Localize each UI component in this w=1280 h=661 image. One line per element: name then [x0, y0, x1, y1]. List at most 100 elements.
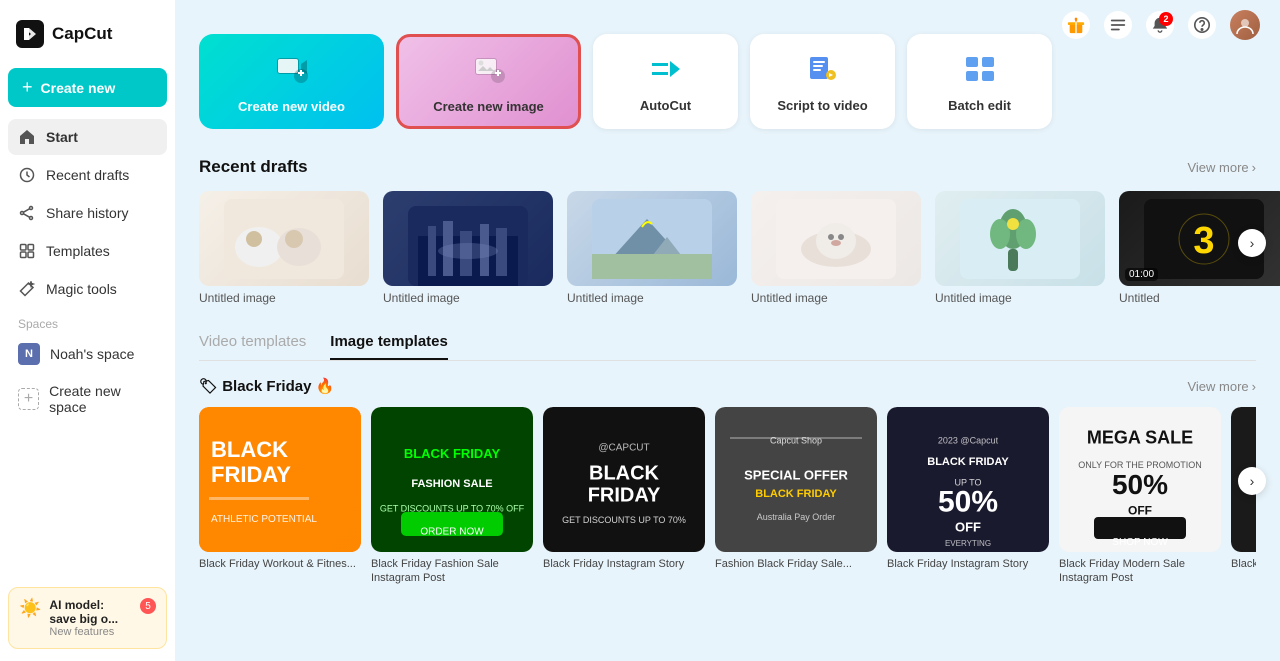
templates-scroll-right[interactable]: › [1238, 467, 1266, 495]
tab-video-templates[interactable]: Video templates [199, 333, 306, 360]
svg-text:SHOP NOW: SHOP NOW [1112, 537, 1168, 548]
template-label: Black Friday Fashion Sale Instagram Post [371, 557, 533, 586]
spaces-label: Spaces [8, 309, 167, 335]
svg-text:FRIDAY: FRIDAY [211, 462, 291, 487]
templates-view-more[interactable]: View more › [1187, 379, 1256, 394]
ai-banner-badge: 5 [140, 598, 156, 614]
draft-thumbnail [383, 191, 553, 286]
svg-text:EVERYTING: EVERYTING [945, 539, 991, 548]
create-image-icon [470, 50, 508, 91]
svg-text:ATHLETIC POTENTIAL: ATHLETIC POTENTIAL [211, 514, 317, 525]
template-tabs: Video templates Image templates [199, 333, 1256, 361]
clock-icon [18, 166, 36, 184]
template-card[interactable]: BLACK FRIDAY FASHION SALE GET DISCOUNTS … [371, 407, 533, 586]
share-icon [18, 204, 36, 222]
drafts-scroll-right[interactable]: › [1238, 229, 1266, 257]
sidebar-item-templates[interactable]: Templates [8, 233, 167, 269]
svg-text:FRIDAY: FRIDAY [588, 484, 661, 506]
create-space-icon: + [18, 388, 39, 410]
template-card[interactable]: 2023 @Capcut BLACK FRIDAY UP TO 50% OFF … [887, 407, 1049, 586]
ai-banner-title: AI model: save big o... [49, 598, 132, 626]
create-new-image-card[interactable]: Create new image [396, 34, 581, 129]
template-label: Black Friday Instagram Post [1231, 557, 1256, 571]
svg-text:Capcut Shop: Capcut Shop [770, 435, 822, 445]
main-content: 2 Create new video [175, 0, 1280, 661]
sidebar-item-noahs-space[interactable]: N Noah's space [8, 335, 167, 373]
help-icon-button[interactable] [1188, 11, 1216, 39]
script-to-video-card[interactable]: Script to video [750, 34, 895, 129]
template-label: Black Friday Instagram Story [887, 557, 1049, 571]
space-avatar: N [18, 343, 40, 365]
draft-thumbnail [199, 191, 369, 286]
recent-drafts-title: Recent drafts [199, 157, 308, 177]
draft-card[interactable]: Untitled image [567, 191, 737, 305]
template-card[interactable]: The Brew Coffee Black Friday 30% CASHBAC… [1231, 407, 1256, 586]
ai-banner[interactable]: ☀️ AI model: save big o... New features … [8, 587, 167, 649]
batch-edit-card[interactable]: Batch edit [907, 34, 1052, 129]
capcut-logo-icon [16, 20, 44, 48]
template-card[interactable]: BLACK FRIDAY ATHLETIC POTENTIAL Black Fr… [199, 407, 361, 586]
menu-icon-button[interactable] [1104, 11, 1132, 39]
topbar: 2 [1062, 0, 1280, 50]
tab-image-templates[interactable]: Image templates [330, 333, 448, 360]
ai-banner-subtitle: New features [49, 626, 132, 638]
sidebar-item-share-history[interactable]: Share history [8, 195, 167, 231]
autocut-icon [648, 51, 684, 90]
svg-text:SPECIAL OFFER: SPECIAL OFFER [744, 468, 848, 483]
draft-card[interactable]: Untitled image [751, 191, 921, 305]
create-new-button[interactable]: + Create new [8, 68, 167, 107]
create-new-video-card[interactable]: Create new video [199, 34, 384, 129]
draft-label: Untitled image [567, 291, 737, 305]
draft-card[interactable]: Untitled image [935, 191, 1105, 305]
recent-drafts-view-more[interactable]: View more › [1187, 160, 1256, 175]
template-label: Black Friday Instagram Story [543, 557, 705, 571]
svg-text:MEGA SALE: MEGA SALE [1087, 427, 1193, 447]
draft-label: Untitled [1119, 291, 1280, 305]
template-thumbnail: MEGA SALE ONLY FOR THE PROMOTION 50% OFF… [1059, 407, 1221, 552]
svg-text:GET DISCOUNTS UP TO 70% OFF: GET DISCOUNTS UP TO 70% OFF [380, 503, 525, 513]
home-icon [18, 128, 36, 146]
template-card[interactable]: MEGA SALE ONLY FOR THE PROMOTION 50% OFF… [1059, 407, 1221, 586]
user-avatar[interactable] [1230, 10, 1260, 40]
gift-icon-button[interactable] [1062, 11, 1090, 39]
drafts-container: Untitled image Untitled ima [199, 191, 1256, 305]
drafts-row: Untitled image Untitled ima [199, 191, 1256, 305]
svg-text:BLACK FRIDAY: BLACK FRIDAY [404, 446, 501, 461]
sidebar-item-start[interactable]: Start [8, 119, 167, 155]
sidebar: CapCut + Create new Start Recent drafts … [0, 0, 175, 661]
template-label: Fashion Black Friday Sale... [715, 557, 877, 571]
templates-row: BLACK FRIDAY ATHLETIC POTENTIAL Black Fr… [199, 407, 1256, 586]
draft-card[interactable]: Untitled image [383, 191, 553, 305]
draft-label: Untitled image [383, 291, 553, 305]
template-label: Black Friday Workout & Fitnes... [199, 557, 361, 571]
template-card[interactable]: Capcut Shop SPECIAL OFFER BLACK FRIDAY A… [715, 407, 877, 586]
svg-text:Australia Pay Order: Australia Pay Order [757, 512, 836, 522]
svg-text:BLACK FRIDAY: BLACK FRIDAY [927, 456, 1009, 468]
draft-label: Untitled image [935, 291, 1105, 305]
svg-text:FASHION SALE: FASHION SALE [411, 478, 492, 490]
recent-drafts-header: Recent drafts View more › [199, 157, 1256, 177]
grid-icon [18, 242, 36, 260]
draft-thumbnail [567, 191, 737, 286]
draft-card[interactable]: Untitled image [199, 191, 369, 305]
sidebar-item-recent-drafts[interactable]: Recent drafts [8, 157, 167, 193]
notification-icon-button[interactable]: 2 [1146, 11, 1174, 39]
draft-thumbnail [751, 191, 921, 286]
script-icon [805, 51, 841, 90]
app-name: CapCut [52, 24, 112, 44]
svg-text:BLACK FRIDAY: BLACK FRIDAY [755, 488, 837, 500]
svg-text:3: 3 [1193, 220, 1214, 262]
autocut-card[interactable]: AutoCut [593, 34, 738, 129]
draft-label: Untitled image [751, 291, 921, 305]
template-card[interactable]: @CAPCUT BLACK FRIDAY GET DISCOUNTS UP TO… [543, 407, 705, 586]
create-video-icon [273, 50, 311, 91]
template-thumbnail: BLACK FRIDAY ATHLETIC POTENTIAL [199, 407, 361, 552]
sidebar-item-magic-tools[interactable]: Magic tools [8, 271, 167, 307]
template-thumbnail: @CAPCUT BLACK FRIDAY GET DISCOUNTS UP TO… [543, 407, 705, 552]
templates-container: BLACK FRIDAY ATHLETIC POTENTIAL Black Fr… [199, 407, 1256, 586]
template-section-header: 🏷 Black Friday 🔥 View more › [199, 377, 1256, 395]
ai-sun-icon: ☀️ [19, 598, 41, 619]
template-label: Black Friday Modern Sale Instagram Post [1059, 557, 1221, 586]
svg-text:BLACK: BLACK [211, 437, 288, 462]
sidebar-item-create-space[interactable]: + Create new space [8, 375, 167, 423]
